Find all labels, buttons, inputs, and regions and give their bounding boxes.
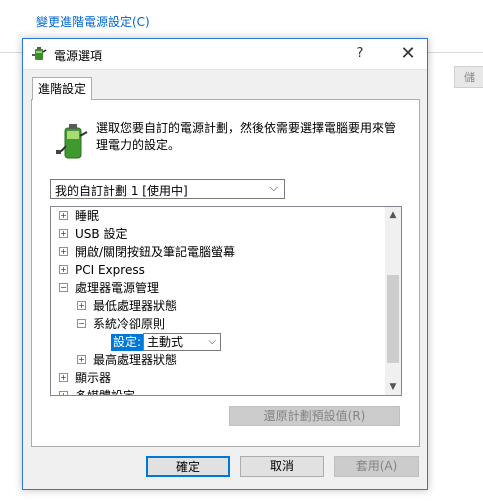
power-plan-select[interactable]: 我的自訂計劃 1 [使用中] ⌵ [50,179,285,199]
power-plan-value: 我的自訂計劃 1 [使用中] [55,184,188,198]
tree-item-label: 最低處理器狀態 [93,299,178,313]
apply-button[interactable]: 套用(A) [334,456,419,477]
tree-item-label: 開啟/關閉按鈕及筆記電腦螢幕 [75,245,236,259]
expand-icon[interactable]: + [77,301,86,310]
tree-item-label: 多媒體設定 [75,389,136,396]
setting-label: 設定: [111,334,144,351]
ok-button[interactable]: 確定 [146,456,230,477]
tab-advanced-settings[interactable]: 進階設定 [32,77,92,100]
tree-item-label: 最高處理器狀態 [93,353,178,367]
scroll-thumb[interactable] [387,275,399,363]
tree-scrollbar[interactable]: ▲ ▼ [385,207,401,395]
expand-icon[interactable]: + [59,229,68,238]
chevron-down-icon: ⌵ [208,336,216,347]
chevron-down-icon: ⌵ [269,181,278,194]
expand-icon[interactable]: + [77,355,86,364]
power-options-dialog: 電源選項 ? ✕ 進階設定 選取您要自訂的電源計劃，然後依需要選擇電腦要用來管理… [22,38,428,490]
title-bar: 電源選項 ? ✕ [23,39,427,70]
collapse-icon[interactable]: − [59,283,68,292]
help-button[interactable]: ? [345,39,375,69]
close-button[interactable]: ✕ [389,39,427,69]
battery-icon [56,124,88,159]
save-button-partial[interactable]: 儲 [454,66,483,88]
scroll-down-icon[interactable]: ▼ [385,379,401,395]
dialog-title: 電源選項 [54,49,103,63]
expand-icon[interactable]: + [59,265,68,274]
expand-icon[interactable]: + [59,391,68,395]
change-advanced-power-settings-link[interactable]: 變更進階電源設定(C) [36,13,150,30]
tree-item-label: 顯示器 [75,371,112,385]
expand-icon[interactable]: + [59,247,68,256]
expand-icon[interactable]: + [59,373,68,382]
power-options-icon [32,47,47,60]
collapse-icon[interactable]: − [77,319,86,328]
cooling-policy-value: 主動式 [147,335,184,349]
description-text: 選取您要自訂的電源計劃，然後依需要選擇電腦要用來管理電力的設定。 [96,121,397,152]
cancel-button[interactable]: 取消 [240,456,324,477]
restore-defaults-button[interactable]: 還原計劃預設值(R) [229,406,400,426]
tree-item-label: USB 設定 [75,227,128,241]
tree-item-label: 系統冷卻原則 [93,317,166,331]
expand-icon[interactable]: + [59,211,68,220]
scroll-up-icon[interactable]: ▲ [385,207,401,223]
tree-item-label: 處理器電源管理 [75,281,160,295]
tree-item-label: 睡眠 [75,209,100,223]
advanced-settings-panel: 選取您要自訂的電源計劃，然後依需要選擇電腦要用來管理電力的設定。 我的自訂計劃 … [31,99,420,447]
tree-item-label: PCI Express [75,263,145,277]
cooling-policy-select[interactable]: 主動式 ⌵ [143,333,221,351]
settings-tree: + 睡眠 + USB 設定 + 開啟/關閉按鈕及筆記電腦螢幕 + PCI Exp… [50,206,402,396]
